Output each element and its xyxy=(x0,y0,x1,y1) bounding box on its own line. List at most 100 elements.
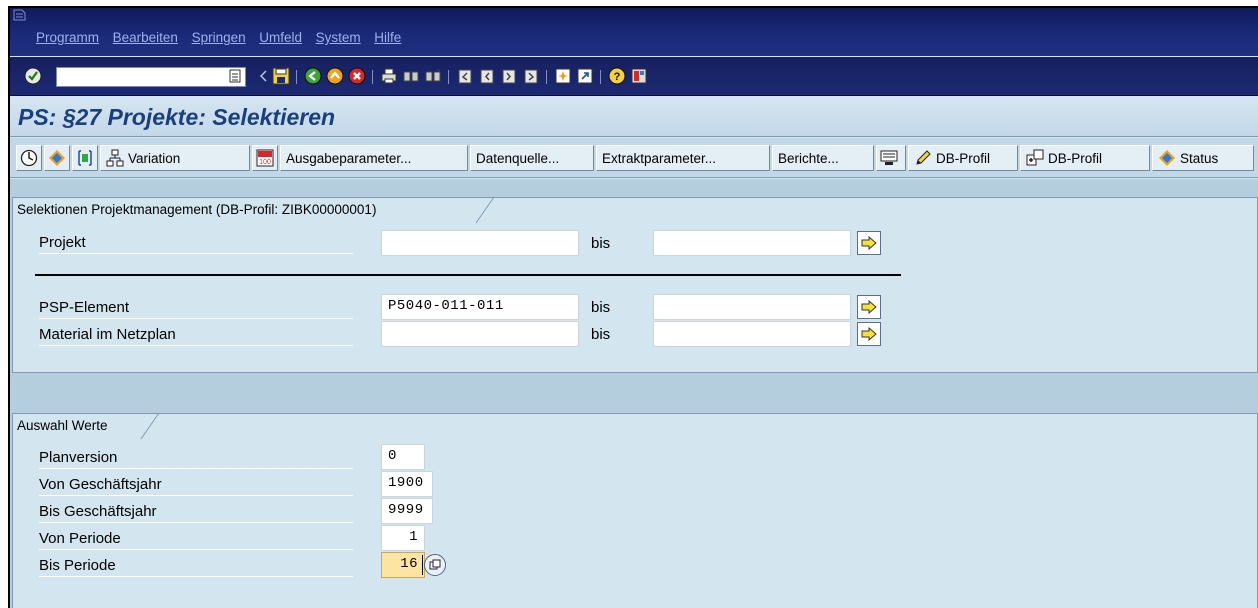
auswahl-werte-group: Auswahl Werte Planversion 0 Von Geschäft… xyxy=(12,413,1258,608)
cancel-icon[interactable] xyxy=(348,67,366,85)
system-menu-icon[interactable] xyxy=(13,9,27,21)
value-help-icon xyxy=(429,559,441,570)
print-icon[interactable] xyxy=(380,67,398,85)
command-field[interactable] xyxy=(56,67,246,87)
currency-icon: 100 xyxy=(256,149,274,167)
get-variant-button[interactable] xyxy=(44,145,70,171)
psp-element-bis-label: bis xyxy=(591,299,611,316)
execute-button[interactable] xyxy=(16,145,42,171)
variation-label: Variation xyxy=(128,150,181,166)
last-page-icon[interactable] xyxy=(522,67,540,85)
save-icon[interactable] xyxy=(272,67,290,85)
application-toolbar: Variation 100 Ausgabeparameter... Datenq… xyxy=(10,138,1258,178)
page-title: PS: §27 Projekte: Selektieren xyxy=(18,104,336,130)
pencil-icon xyxy=(914,149,932,167)
material-im-netzplan-label: Material im Netzplan xyxy=(39,325,353,346)
layout-select-button[interactable] xyxy=(876,145,906,171)
svg-text:100: 100 xyxy=(259,159,271,166)
sap-window: Programm Bearbeiten Springen Umfeld Syst… xyxy=(8,6,1258,608)
auswahl-werte-group-title: Auswahl Werte xyxy=(12,413,116,439)
hierarchy-icon xyxy=(106,149,124,167)
von-periode-label: Von Periode xyxy=(39,529,353,550)
menu-umfeld[interactable]: Umfeld xyxy=(259,30,302,45)
bis-periode-input[interactable]: 16 xyxy=(381,552,425,578)
extraktparameter-label: Extraktparameter... xyxy=(602,150,717,166)
back-icon[interactable] xyxy=(304,67,322,85)
bis-geschaeftsjahr-label: Bis Geschäftsjahr xyxy=(39,502,353,523)
berichte-button[interactable]: Berichte... xyxy=(772,145,874,171)
ausgabeparameter-button[interactable]: Ausgabeparameter... xyxy=(280,145,468,171)
find-next-icon[interactable] xyxy=(424,67,442,85)
auswahl-werte-group-title-text: Auswahl Werte xyxy=(17,418,108,433)
psp-element-multiple-selection-button[interactable] xyxy=(857,295,881,319)
psp-element-label: PSP-Element xyxy=(39,298,353,319)
exit-icon[interactable] xyxy=(326,67,344,85)
command-history-icon[interactable] xyxy=(226,67,244,85)
enter-icon[interactable] xyxy=(24,67,42,85)
menu-bar: Programm Bearbeiten Springen Umfeld Syst… xyxy=(10,8,1258,56)
separator-line xyxy=(35,274,901,276)
selection-options-icon xyxy=(76,149,94,167)
multiple-selection-arrow-icon xyxy=(861,300,877,314)
back-arrow-icon[interactable] xyxy=(254,67,272,85)
db-profil-edit-label: DB-Profil xyxy=(936,150,991,166)
selektionen-group-title-text: Selektionen Projektmanagement (DB-Profil… xyxy=(17,202,377,217)
multiple-selection-arrow-icon xyxy=(861,327,877,341)
selection-screen: Selektionen Projektmanagement (DB-Profil… xyxy=(10,179,1258,608)
material-to-input[interactable] xyxy=(653,321,851,347)
datenquelle-label: Datenquelle... xyxy=(476,150,560,166)
projekt-bis-label: bis xyxy=(591,235,611,252)
material-from-input[interactable] xyxy=(381,321,579,347)
psp-element-to-input[interactable] xyxy=(653,294,851,320)
bis-geschaeftsjahr-input[interactable]: 9999 xyxy=(381,498,433,524)
menu-springen[interactable]: Springen xyxy=(192,30,246,45)
variant-icon xyxy=(48,149,66,167)
svg-text:?: ? xyxy=(614,71,621,83)
menu-system[interactable]: System xyxy=(316,30,361,45)
bis-periode-value-help-button[interactable] xyxy=(424,554,446,576)
menu-bearbeiten[interactable]: Bearbeiten xyxy=(113,30,178,45)
selektionen-group-title: Selektionen Projektmanagement (DB-Profil… xyxy=(12,197,385,223)
material-bis-label: bis xyxy=(591,326,611,343)
status-icon xyxy=(1158,149,1176,167)
psp-element-from-input[interactable]: P5040-011-011 xyxy=(381,294,579,320)
variation-button[interactable]: Variation xyxy=(100,145,250,171)
first-page-icon[interactable] xyxy=(456,67,474,85)
previous-page-icon[interactable] xyxy=(478,67,496,85)
db-profil-edit-button[interactable]: DB-Profil xyxy=(908,145,1018,171)
planversion-input[interactable]: 0 xyxy=(381,444,425,470)
menu-hilfe[interactable]: Hilfe xyxy=(374,30,401,45)
find-icon[interactable] xyxy=(402,67,420,85)
material-multiple-selection-button[interactable] xyxy=(857,322,881,346)
berichte-label: Berichte... xyxy=(778,150,839,166)
next-page-icon[interactable] xyxy=(500,67,518,85)
datenquelle-button[interactable]: Datenquelle... xyxy=(470,145,594,171)
projekt-from-input[interactable] xyxy=(381,230,579,256)
selektionen-group: Selektionen Projektmanagement (DB-Profil… xyxy=(12,197,1258,373)
von-geschaeftsjahr-label: Von Geschäftsjahr xyxy=(39,475,353,496)
text-cursor xyxy=(422,555,423,575)
bis-periode-label: Bis Periode xyxy=(39,556,353,577)
extraktparameter-button[interactable]: Extraktparameter... xyxy=(596,145,770,171)
von-geschaeftsjahr-input[interactable]: 1900 xyxy=(381,471,433,497)
layout-icon[interactable] xyxy=(630,67,648,85)
status-label: Status xyxy=(1180,150,1219,166)
title-bar: PS: §27 Projekte: Selektieren xyxy=(10,97,1258,137)
planversion-label: Planversion xyxy=(39,448,353,469)
projekt-label: Projekt xyxy=(39,233,353,254)
db-profil-transfer-button[interactable]: DB-Profil xyxy=(1020,145,1150,171)
data-selection-button[interactable]: 100 xyxy=(252,145,278,171)
help-icon[interactable]: ? xyxy=(608,67,626,85)
execute-icon xyxy=(20,149,38,167)
multiple-selection-arrow-icon xyxy=(861,236,877,250)
status-button[interactable]: Status xyxy=(1152,145,1254,171)
ausgabeparameter-label: Ausgabeparameter... xyxy=(286,150,412,166)
von-periode-input[interactable]: 1 xyxy=(381,525,425,551)
selection-options-button[interactable] xyxy=(72,145,98,171)
menu-programm[interactable]: Programm xyxy=(36,30,99,45)
create-session-icon[interactable] xyxy=(554,67,572,85)
projekt-multiple-selection-button[interactable] xyxy=(857,231,881,255)
shortcut-icon[interactable] xyxy=(576,67,594,85)
projekt-to-input[interactable] xyxy=(653,230,851,256)
transfer-icon xyxy=(1026,149,1044,167)
